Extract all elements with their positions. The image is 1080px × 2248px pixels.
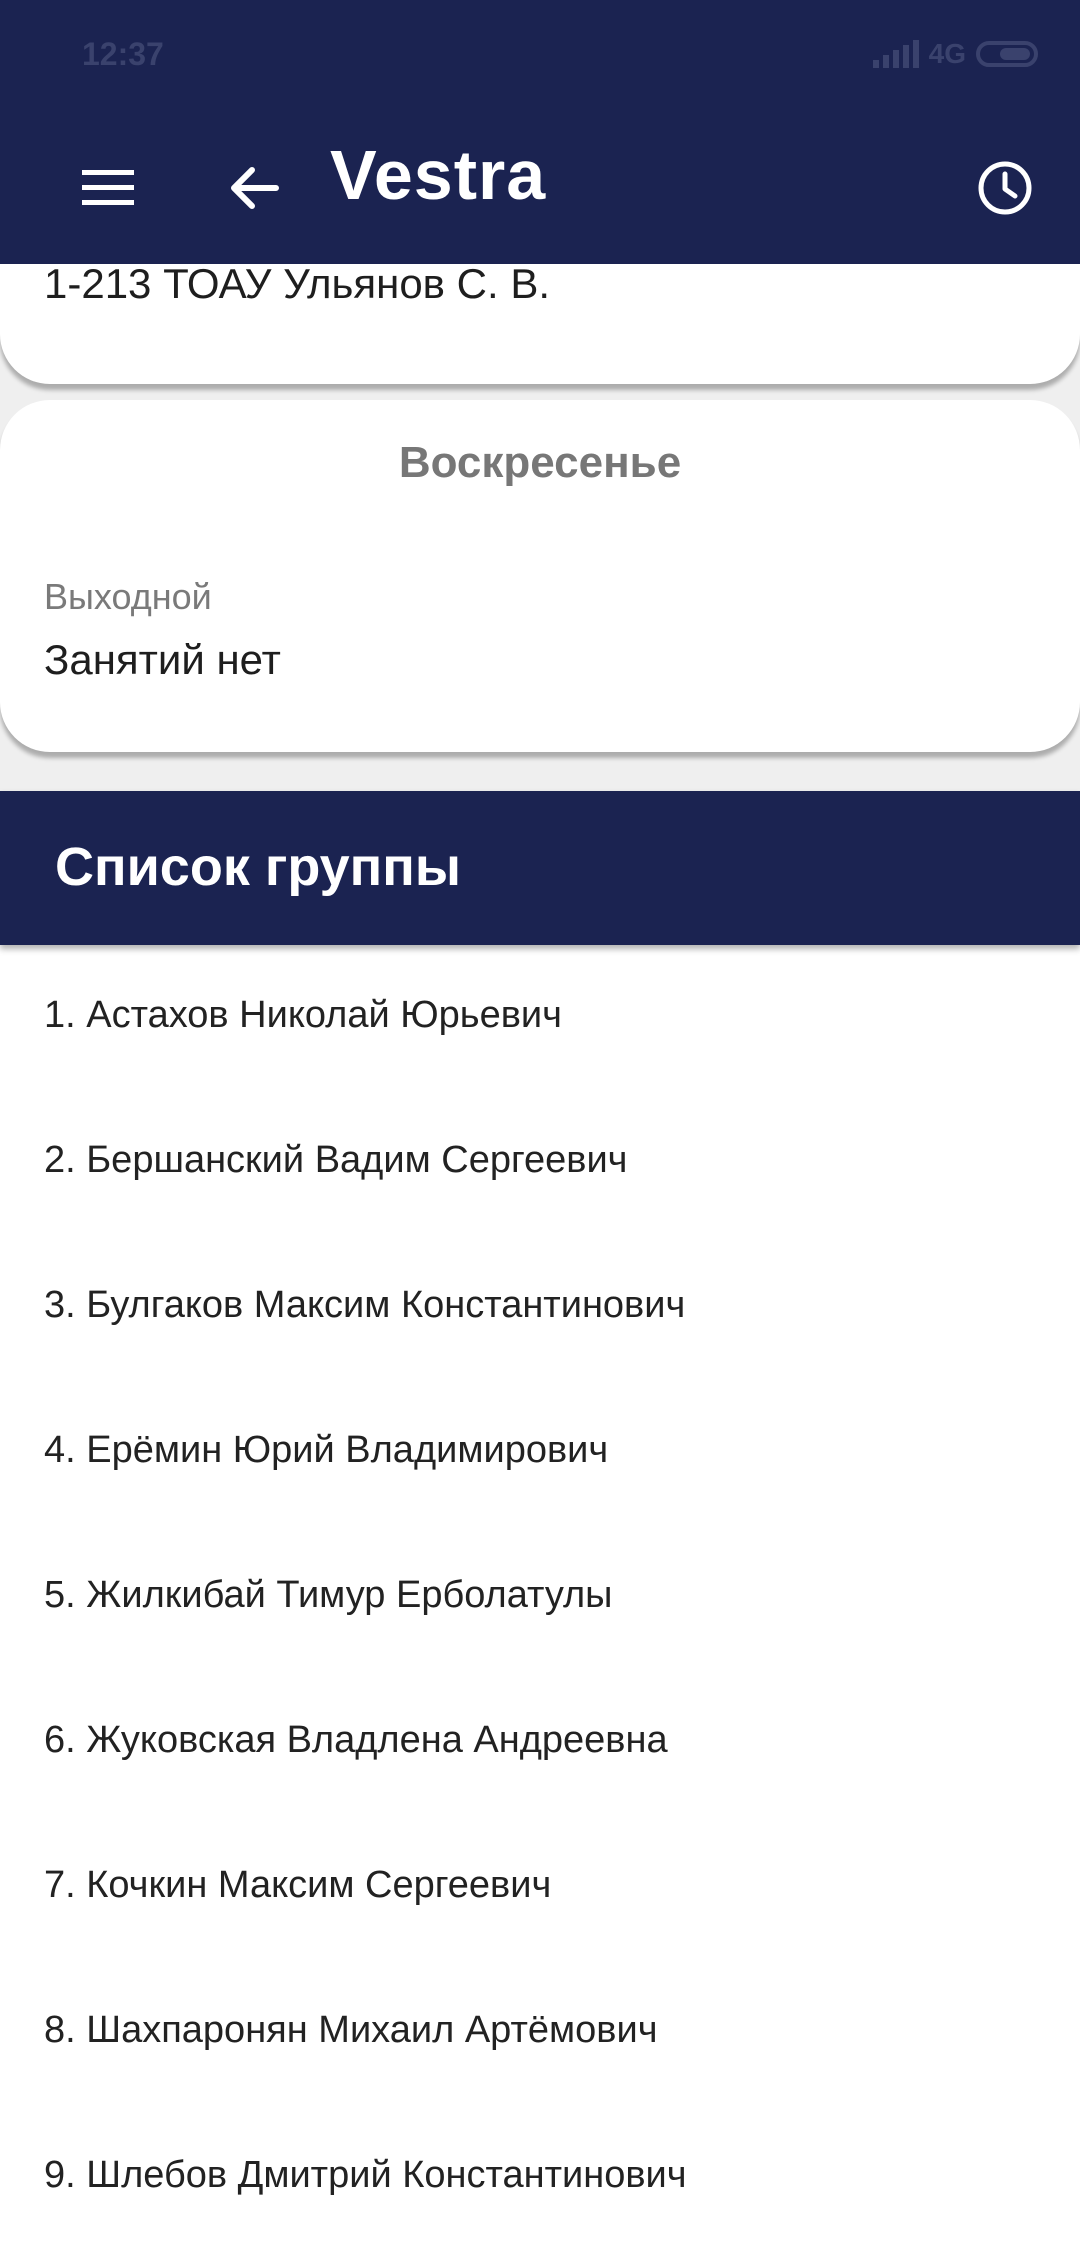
network-type: 4G — [928, 38, 966, 69]
battery-icon — [976, 41, 1038, 67]
list-item[interactable]: 3. Булгаков Максим Константинович — [44, 1284, 685, 1327]
app-bar: 12:37 4G Vestra — [0, 0, 1080, 264]
day-card-sunday: Воскресенье Выходной Занятий нет — [0, 400, 1080, 752]
list-item[interactable]: 7. Кочкин Максим Сергеевич — [44, 1864, 551, 1907]
group-list: 1. Астахов Николай Юрьевич 2. Бершанский… — [0, 945, 1080, 2248]
day-text: Занятий нет — [44, 636, 281, 683]
list-item[interactable]: 5. Жилкибай Тимур Ерболатулы — [44, 1574, 612, 1617]
list-item[interactable]: 4. Ерёмин Юрий Владимирович — [44, 1429, 608, 1472]
day-subtitle: Выходной — [44, 576, 212, 617]
status-indicators: 4G — [872, 38, 1038, 70]
status-time: 12:37 — [82, 36, 164, 72]
arrow-left-icon — [231, 167, 279, 209]
list-item[interactable]: 1. Астахов Николай Юрьевич — [44, 994, 562, 1037]
lesson-text: 1-213 ТОАУ Ульянов С. В. — [44, 260, 551, 307]
list-item[interactable]: 9. Шлебов Дмитрий Константинович — [44, 2154, 687, 2197]
signal-icon — [872, 40, 919, 68]
schedule-time-button[interactable] — [975, 158, 1035, 218]
app-title: Vestra — [330, 136, 547, 214]
list-item[interactable]: 8. Шахпаронян Михаил Артёмович — [44, 2009, 658, 2052]
clock-icon — [978, 161, 1032, 215]
day-title: Воскресенье — [398, 438, 682, 487]
menu-icon — [82, 170, 134, 205]
screen: 1-213 ТОАУ Ульянов С. В. Воскресенье Вых… — [0, 0, 1080, 2248]
group-list-title: Список группы — [55, 837, 462, 897]
menu-button[interactable] — [80, 160, 136, 216]
group-list-header: Список группы — [0, 791, 1080, 945]
list-item[interactable]: 2. Бершанский Вадим Сергеевич — [44, 1139, 627, 1182]
back-button[interactable] — [222, 156, 286, 220]
list-item[interactable]: 6. Жуковская Владлена Андреевна — [44, 1719, 668, 1762]
